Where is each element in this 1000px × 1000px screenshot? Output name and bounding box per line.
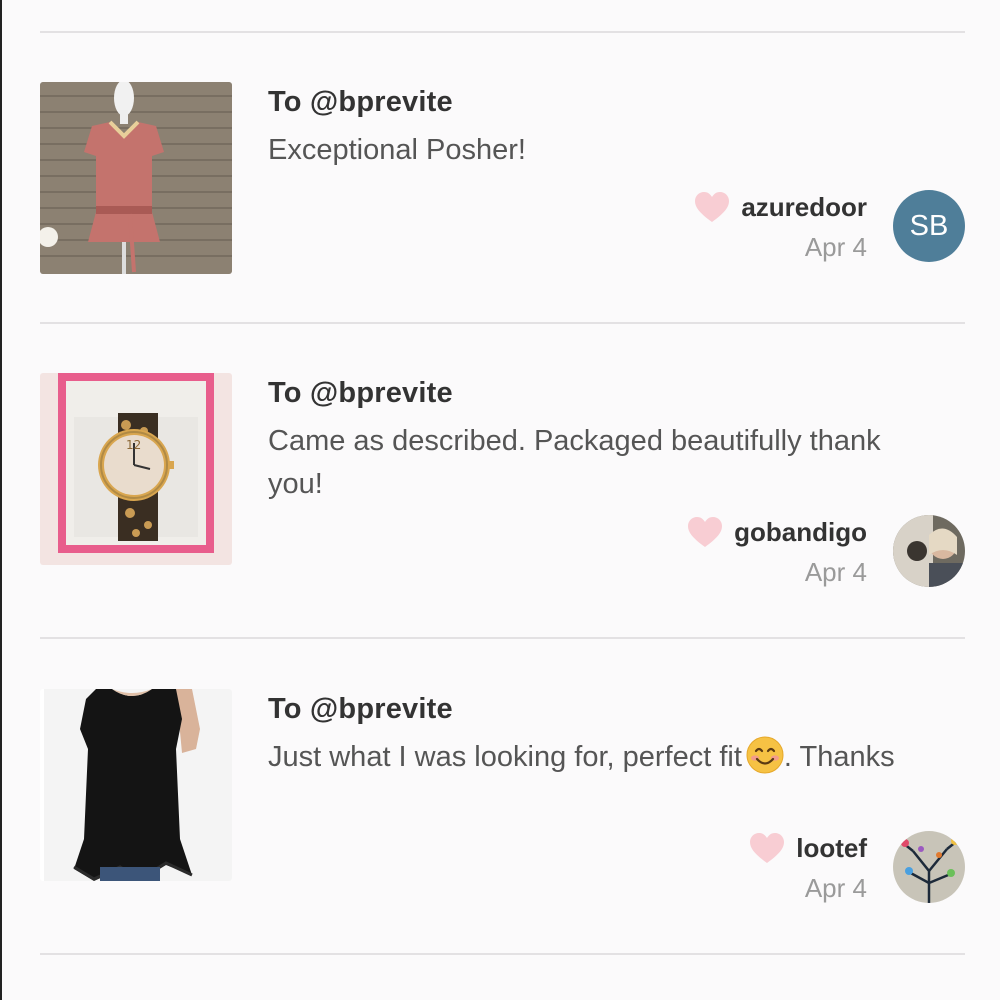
review-meta: azuredoor Apr 4 <box>693 190 867 263</box>
reviewer-avatar[interactable] <box>893 515 965 587</box>
heart-icon <box>695 192 730 222</box>
review-date: Apr 4 <box>804 557 867 587</box>
review-item[interactable]: To @bprevite Just what I was looking for… <box>40 689 965 903</box>
review-comment: Came as described. Packaged beautifully … <box>268 425 881 500</box>
review-comment-text: Just what I was looking for, perfect fit <box>268 741 742 773</box>
recipient-label[interactable]: To @bprevite <box>268 86 453 119</box>
review-comment-suffix: . Thanks <box>783 741 895 773</box>
divider <box>40 31 965 33</box>
review-date: Apr 4 <box>804 873 867 903</box>
reviewer-avatar[interactable] <box>893 831 965 903</box>
reviewer-avatar[interactable]: SB <box>893 190 965 262</box>
smiling-face-emoji-icon <box>746 736 784 774</box>
reviewer-username[interactable]: lootef <box>796 833 867 864</box>
review-meta: gobandigo Apr 4 <box>686 515 867 588</box>
heart-icon <box>688 517 723 547</box>
review-date: Apr 4 <box>804 232 867 262</box>
avatar-initials: SB <box>909 209 949 242</box>
review-meta: lootef Apr 4 <box>748 831 867 904</box>
reviewer-username[interactable]: azuredoor <box>741 192 867 223</box>
item-thumbnail[interactable] <box>40 689 232 881</box>
divider <box>40 637 965 639</box>
divider <box>40 322 965 324</box>
item-thumbnail[interactable] <box>40 82 232 274</box>
item-thumbnail[interactable]: 12 <box>40 373 232 565</box>
heart-icon <box>750 833 785 863</box>
reviewer-username[interactable]: gobandigo <box>734 517 867 548</box>
review-item[interactable]: 12 To @bprevite Came as described. Packa… <box>40 373 965 587</box>
love-notes-page: To @bprevite Exceptional Posher! azuredo… <box>0 0 1000 1000</box>
recipient-label[interactable]: To @bprevite <box>268 377 453 410</box>
review-comment: Exceptional Posher! <box>268 134 526 166</box>
review-item[interactable]: To @bprevite Exceptional Posher! azuredo… <box>40 82 965 282</box>
review-comment: Just what I was looking for, perfect fit… <box>268 736 908 779</box>
svg-text:12: 12 <box>126 438 141 452</box>
divider <box>40 953 965 955</box>
recipient-label[interactable]: To @bprevite <box>268 693 453 726</box>
